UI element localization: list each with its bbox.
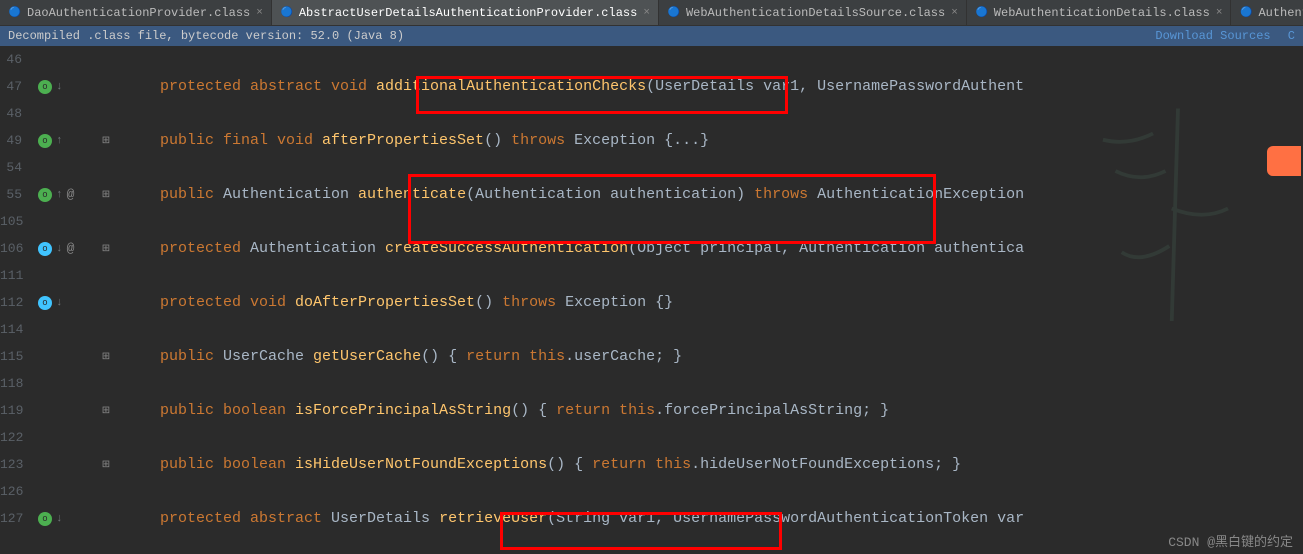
decompile-info-bar: Decompiled .class file, bytecode version… — [0, 26, 1303, 46]
code-line: 126 — [0, 478, 1303, 505]
close-icon[interactable]: × — [951, 7, 958, 19]
decompile-text: Decompiled .class file, bytecode version… — [8, 29, 404, 43]
tab-label: WebAuthenticationDetails.class — [994, 6, 1210, 20]
line-number: 48 — [0, 106, 30, 121]
line-number: 49 — [0, 133, 30, 148]
code-line: 106o↓@⊞protected Authentication createSu… — [0, 235, 1303, 262]
arrow-down-icon: ↓ — [56, 243, 63, 255]
code-line: 46 — [0, 46, 1303, 73]
fold-icon[interactable]: ⊞ — [100, 405, 112, 417]
line-number: 55 — [0, 187, 30, 202]
arrow-down-icon: ↓ — [56, 81, 63, 93]
line-number: 112 — [0, 295, 30, 310]
fold-icon[interactable]: ⊞ — [100, 135, 112, 147]
fold-icon[interactable]: ⊞ — [100, 189, 112, 201]
code-line: 112o↓protected void doAfterPropertiesSet… — [0, 289, 1303, 316]
arrow-up-icon: ↑ — [56, 135, 63, 147]
code-line: 49o↑⊞public final void afterPropertiesSe… — [0, 127, 1303, 154]
tab-label: AuthenticationDetailsSource.class — [1258, 6, 1303, 20]
code-editor[interactable]: 46 47o↓protected abstract void additiona… — [0, 46, 1303, 554]
code-line: 48 — [0, 100, 1303, 127]
code-line: 118 — [0, 370, 1303, 397]
override-marker-icon[interactable]: o — [38, 80, 52, 94]
line-number: 126 — [0, 484, 30, 499]
tab-dao[interactable]: 🔵 DaoAuthenticationProvider.class × — [0, 0, 272, 25]
implement-marker-icon[interactable]: o — [38, 242, 52, 256]
download-sources-link[interactable]: Download Sources — [1155, 29, 1270, 43]
class-icon: 🔵 — [1239, 6, 1253, 20]
line-number: 114 — [0, 322, 30, 337]
tab-webauthsrc[interactable]: 🔵 WebAuthenticationDetailsSource.class × — [659, 0, 967, 25]
arrow-down-icon: ↓ — [56, 297, 63, 309]
fold-icon[interactable]: ⊞ — [100, 351, 112, 363]
line-number: 54 — [0, 160, 30, 175]
line-number: 105 — [0, 214, 30, 229]
implement-marker-icon[interactable]: o — [38, 296, 52, 310]
code-line: 115⊞public UserCache getUserCache() { re… — [0, 343, 1303, 370]
code-line: 122 — [0, 424, 1303, 451]
close-icon[interactable]: × — [1216, 7, 1223, 19]
line-number: 115 — [0, 349, 30, 364]
code-line: 119⊞public boolean isForcePrincipalAsStr… — [0, 397, 1303, 424]
tab-label: AbstractUserDetailsAuthenticationProvide… — [299, 6, 637, 20]
line-number: 46 — [0, 52, 30, 67]
override-marker-icon[interactable]: o — [38, 134, 52, 148]
code-line: 47o↓protected abstract void additionalAu… — [0, 73, 1303, 100]
annotation-icon: @ — [67, 187, 75, 202]
class-icon: 🔵 — [667, 6, 681, 20]
line-number: 123 — [0, 457, 30, 472]
line-number: 106 — [0, 241, 30, 256]
info-links: Download Sources C — [1145, 29, 1295, 43]
code-line: 55o↑@⊞public Authentication authenticate… — [0, 181, 1303, 208]
editor-tabs: 🔵 DaoAuthenticationProvider.class × 🔵 Ab… — [0, 0, 1303, 26]
line-number: 47 — [0, 79, 30, 94]
tab-authdetailssrc[interactable]: 🔵 AuthenticationDetailsSource.class × — [1231, 0, 1303, 25]
code-line: 127o↓protected abstract UserDetails retr… — [0, 505, 1303, 532]
line-number: 127 — [0, 511, 30, 526]
class-icon: 🔵 — [280, 6, 294, 20]
line-number: 118 — [0, 376, 30, 391]
code-line: 105 — [0, 208, 1303, 235]
close-icon[interactable]: × — [256, 7, 263, 19]
close-icon[interactable]: × — [643, 7, 650, 19]
watermark: CSDN @黑白键的约定 — [1168, 531, 1293, 550]
info-link-c[interactable]: C — [1288, 29, 1295, 43]
tab-label: WebAuthenticationDetailsSource.class — [686, 6, 945, 20]
fold-icon[interactable]: ⊞ — [100, 459, 112, 471]
override-marker-icon[interactable]: o — [38, 512, 52, 526]
code-line: 114 — [0, 316, 1303, 343]
class-icon: 🔵 — [975, 6, 989, 20]
annotation-icon: @ — [67, 241, 75, 256]
tab-abstract[interactable]: 🔵 AbstractUserDetailsAuthenticationProvi… — [272, 0, 659, 25]
code-line: 54 — [0, 154, 1303, 181]
code-line: 123⊞public boolean isHideUserNotFoundExc… — [0, 451, 1303, 478]
tab-label: DaoAuthenticationProvider.class — [27, 6, 250, 20]
arrow-down-icon: ↓ — [56, 513, 63, 525]
fold-icon[interactable]: ⊞ — [100, 243, 112, 255]
override-marker-icon[interactable]: o — [38, 188, 52, 202]
class-icon: 🔵 — [8, 6, 22, 20]
line-number: 122 — [0, 430, 30, 445]
line-number: 119 — [0, 403, 30, 418]
code-line: 111 — [0, 262, 1303, 289]
line-number: 111 — [0, 268, 30, 283]
tab-webauthdetails[interactable]: 🔵 WebAuthenticationDetails.class × — [967, 0, 1232, 25]
arrow-up-icon: ↑ — [56, 189, 63, 201]
